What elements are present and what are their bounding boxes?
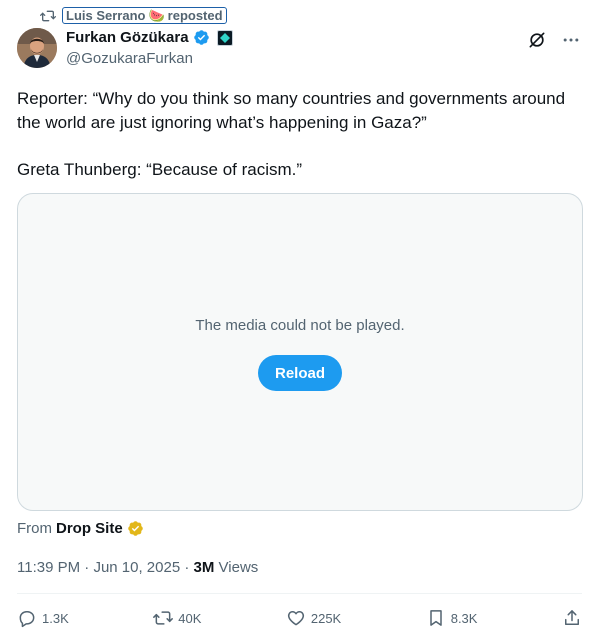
share-icon — [564, 610, 579, 625]
post-date[interactable]: Jun 10, 2025 — [93, 559, 180, 576]
source-prefix: From — [17, 520, 52, 537]
bookmark-count: 8.3K — [450, 610, 478, 626]
meta-separator: · — [80, 559, 94, 576]
media-source: From Drop Site — [17, 520, 144, 537]
reply-count: 1.3K — [42, 610, 69, 626]
media-container: The media could not be played. Reload — [17, 193, 583, 511]
source-name[interactable]: Drop Site — [56, 520, 123, 537]
action-bar: 1.3K 40K 225K 8.3K — [17, 608, 582, 628]
more-options-icon[interactable] — [561, 30, 581, 50]
meta-separator: · — [180, 559, 194, 576]
post-time[interactable]: 11:39 PM — [17, 559, 80, 576]
author-handle[interactable]: @GozukaraFurkan — [66, 50, 193, 67]
repost-count: 40K — [178, 610, 202, 626]
reply-button[interactable]: 1.3K — [17, 608, 69, 628]
divider — [17, 593, 582, 594]
post-paragraph: Greta Thunberg: “Because of racism.” — [17, 160, 303, 179]
bookmark-icon — [429, 610, 442, 626]
grok-icon[interactable] — [527, 30, 547, 50]
heart-icon — [287, 611, 304, 626]
views-count: 3M — [193, 559, 215, 576]
repost-label: reposted — [167, 8, 223, 23]
reposter-name: Luis Serrano — [66, 8, 146, 23]
reply-icon — [19, 611, 35, 628]
verified-badge-icon[interactable] — [193, 29, 210, 46]
post-paragraph: Reporter: “Why do you think so many coun… — [17, 89, 566, 132]
media-error-message: The media could not be played. — [195, 317, 405, 334]
reload-button[interactable]: Reload — [258, 355, 342, 391]
author-name[interactable]: Furkan Gözükara — [66, 29, 189, 46]
post-top-actions — [527, 30, 581, 50]
post-meta: 11:39 PM · Jun 10, 2025 · 3M Views — [17, 559, 258, 576]
avatar[interactable] — [17, 28, 57, 68]
repost-button[interactable]: 40K — [153, 608, 201, 628]
reposter-link[interactable]: Luis Serrano 🍉 reposted — [62, 7, 227, 24]
like-button[interactable]: 225K — [286, 608, 341, 628]
post-text: Reporter: “Why do you think so many coun… — [17, 87, 587, 182]
affiliate-badge-icon[interactable] — [216, 29, 233, 46]
watermelon-emoji: 🍉 — [148, 8, 165, 23]
share-button[interactable] — [562, 608, 582, 628]
views-label: Views — [214, 559, 259, 576]
repost-indicator: Luis Serrano 🍉 reposted — [40, 7, 227, 24]
like-count: 225K — [310, 610, 342, 626]
author-name-row: Furkan Gözükara — [66, 29, 233, 46]
retweet-icon — [153, 611, 174, 625]
bookmark-button[interactable]: 8.3K — [426, 608, 478, 628]
gold-verified-badge-icon[interactable] — [127, 520, 144, 537]
retweet-icon — [40, 10, 56, 21]
